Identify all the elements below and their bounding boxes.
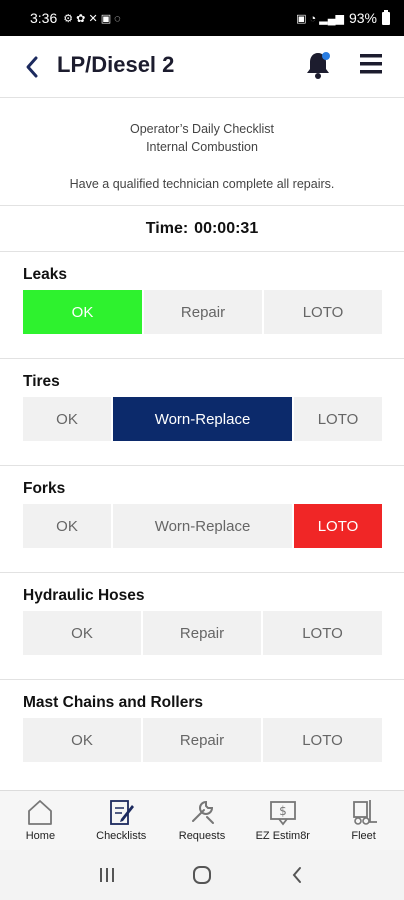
home-system-button[interactable] <box>187 863 217 887</box>
timer-label: Time: <box>145 219 189 237</box>
timer-value: 00:00:31 <box>194 219 259 237</box>
wrench-icon <box>191 800 214 824</box>
item-title: Leaks <box>23 266 67 283</box>
checklist-instructions: Have a qualified technician complete all… <box>69 177 335 191</box>
recent-apps-icon <box>100 868 115 882</box>
nav-requests[interactable]: Requests <box>162 791 243 850</box>
checklist-icon <box>110 800 135 825</box>
notification-icons: ⚙ ✿ ✕ ▣ ◌ <box>63 12 121 25</box>
timer: Time: 00:00:31 <box>0 206 404 252</box>
option-worn-replace[interactable]: Worn-Replace <box>113 504 292 548</box>
nav-checklists[interactable]: Checklists <box>81 791 162 850</box>
nav-label: EZ Estim8r <box>255 830 310 842</box>
option-group: OK Repair LOTO <box>23 611 382 655</box>
option-loto[interactable]: LOTO <box>263 718 382 762</box>
android-nav-bar <box>0 850 404 900</box>
circle-home-icon <box>192 866 211 884</box>
option-repair[interactable]: Repair <box>143 611 261 655</box>
option-repair[interactable]: Repair <box>143 718 261 762</box>
status-bar: 3:36 ⚙ ✿ ✕ ▣ ◌ ▣ ◔ ▂▄▆ 93% <box>0 0 404 36</box>
battery-icon <box>382 9 390 25</box>
status-time: 3:36 <box>30 10 58 26</box>
nav-home[interactable]: Home <box>0 791 81 850</box>
checklist-type: Internal Combustion <box>146 140 258 154</box>
option-worn-replace[interactable]: Worn-Replace <box>113 397 292 441</box>
option-group: OK Worn-Replace LOTO <box>23 504 382 548</box>
system-back-button[interactable] <box>282 863 312 887</box>
dollar-screen-icon: $ <box>269 801 296 826</box>
option-ok[interactable]: OK <box>23 718 141 762</box>
option-ok[interactable]: OK <box>23 504 111 548</box>
checklist-intro: Operator’s Daily Checklist Internal Comb… <box>0 98 404 206</box>
item-title: Forks <box>23 480 66 497</box>
checklist-name: Operator’s Daily Checklist <box>129 122 275 136</box>
option-loto[interactable]: LOTO <box>294 397 382 441</box>
checklist-item-mast-chains: Mast Chains and Rollers OK Repair LOTO <box>0 680 404 787</box>
page-title: LP/Diesel 2 <box>57 52 175 77</box>
option-repair[interactable]: Repair <box>144 290 262 334</box>
option-group: OK Repair LOTO <box>23 290 382 334</box>
option-ok[interactable]: OK <box>23 290 142 334</box>
option-loto[interactable]: LOTO <box>264 290 382 334</box>
back-arrow-icon <box>292 867 301 883</box>
checklist-item-tires: Tires OK Worn-Replace LOTO <box>0 359 404 466</box>
bottom-nav: Home Checklists Requests $ EZ Estim8r Fl… <box>0 790 404 850</box>
recent-apps-button[interactable] <box>92 863 122 887</box>
hamburger-icon <box>360 54 382 74</box>
back-button[interactable] <box>20 53 44 81</box>
option-ok[interactable]: OK <box>23 611 141 655</box>
nav-label: Requests <box>178 830 226 842</box>
app-header: LP/Diesel 2 <box>0 36 404 98</box>
item-title: Hydraulic Hoses <box>23 587 145 604</box>
option-loto[interactable]: LOTO <box>263 611 382 655</box>
bell-icon <box>307 52 330 79</box>
nav-label: Fleet <box>351 830 376 842</box>
nav-ez-estim8r[interactable]: $ EZ Estim8r <box>242 791 323 850</box>
notifications-button[interactable] <box>304 50 332 80</box>
item-title: Tires <box>23 373 60 390</box>
nav-label: Home <box>25 830 56 842</box>
home-icon <box>28 800 53 825</box>
chevron-left-icon <box>26 56 38 78</box>
battery-percent: 93% <box>348 10 377 26</box>
item-title: Mast Chains and Rollers <box>23 694 204 711</box>
menu-button[interactable] <box>359 52 383 76</box>
option-ok[interactable]: OK <box>23 397 111 441</box>
option-loto[interactable]: LOTO <box>294 504 382 548</box>
option-group: OK Repair LOTO <box>23 718 382 762</box>
nav-label: Checklists <box>96 830 147 842</box>
nav-fleet[interactable]: Fleet <box>323 791 404 850</box>
option-group: OK Worn-Replace LOTO <box>23 397 382 441</box>
signal-icons: ▣ ◔ ▂▄▆ <box>296 12 344 25</box>
checklist-item-forks: Forks OK Worn-Replace LOTO <box>0 466 404 573</box>
forklift-icon <box>352 800 377 825</box>
checklist-item-leaks: Leaks OK Repair LOTO <box>0 252 404 359</box>
svg-text:$: $ <box>279 804 287 818</box>
checklist-item-hydraulic-hoses: Hydraulic Hoses OK Repair LOTO <box>0 573 404 680</box>
